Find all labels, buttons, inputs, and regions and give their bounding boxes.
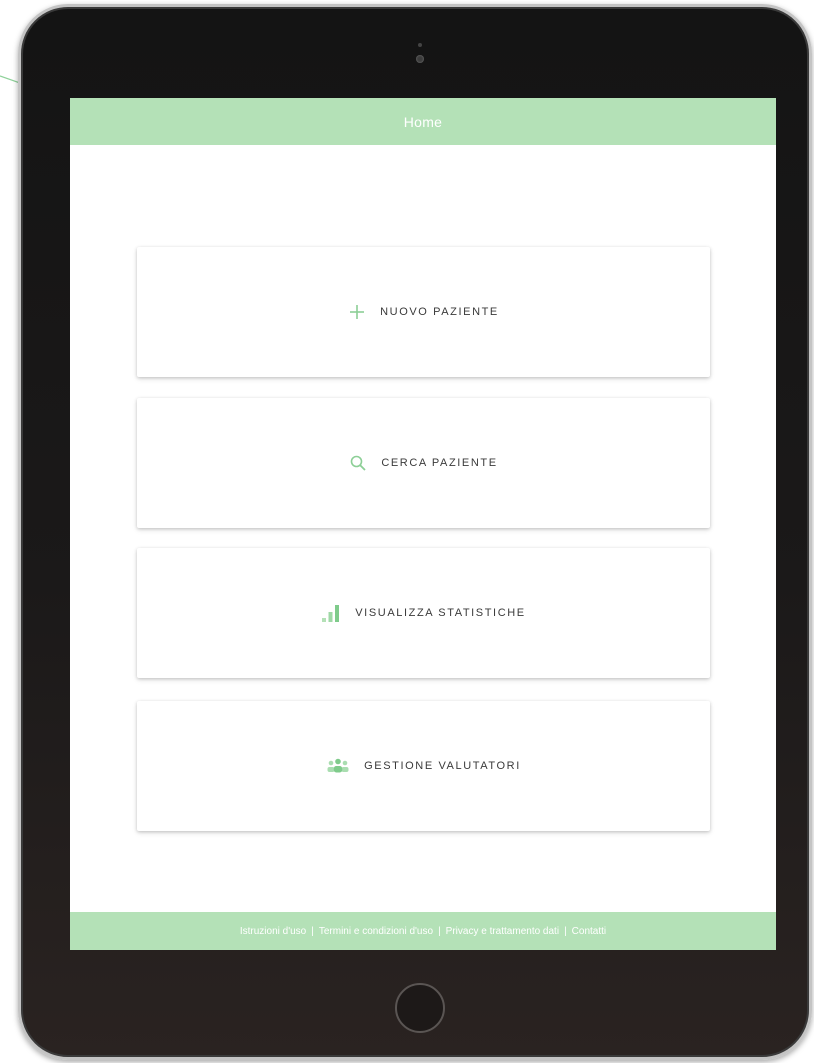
bar-chart-icon — [321, 603, 341, 623]
sensor-dot — [418, 43, 422, 47]
view-statistics-button[interactable]: VISUALIZZA STATISTICHE — [137, 548, 710, 678]
footer-link-instructions[interactable]: Istruzioni d'uso — [240, 926, 306, 937]
manage-evaluators-label: GESTIONE VALUTATORI — [364, 760, 521, 772]
footer-separator: | — [438, 925, 441, 937]
footer-link-contacts[interactable]: Contatti — [572, 926, 606, 937]
front-camera — [416, 55, 424, 63]
app-header: Home — [70, 98, 776, 145]
footer-separator: | — [311, 925, 314, 937]
search-patient-label: CERCA PAZIENTE — [381, 457, 498, 469]
new-patient-label: NUOVO PAZIENTE — [380, 306, 499, 318]
search-patient-button[interactable]: CERCA PAZIENTE — [137, 398, 710, 528]
search-icon — [349, 454, 367, 472]
footer-separator: | — [564, 925, 567, 937]
home-button[interactable] — [395, 983, 445, 1033]
manage-evaluators-button[interactable]: GESTIONE VALUTATORI — [137, 701, 710, 831]
plus-icon — [348, 303, 366, 321]
people-group-icon — [326, 757, 350, 775]
view-statistics-label: VISUALIZZA STATISTICHE — [355, 607, 526, 619]
new-patient-button[interactable]: NUOVO PAZIENTE — [137, 247, 710, 377]
page-title: Home — [403, 113, 443, 130]
footer-link-terms[interactable]: Termini e condizioni d'uso — [319, 926, 433, 937]
app-footer: Istruzioni d'uso | Termini e condizioni … — [70, 912, 776, 950]
footer-link-privacy[interactable]: Privacy e trattamento dati — [446, 926, 559, 937]
app-screen: Home NUOVO PAZIENTE CERCA PAZIENTE VISUA… — [70, 98, 776, 950]
